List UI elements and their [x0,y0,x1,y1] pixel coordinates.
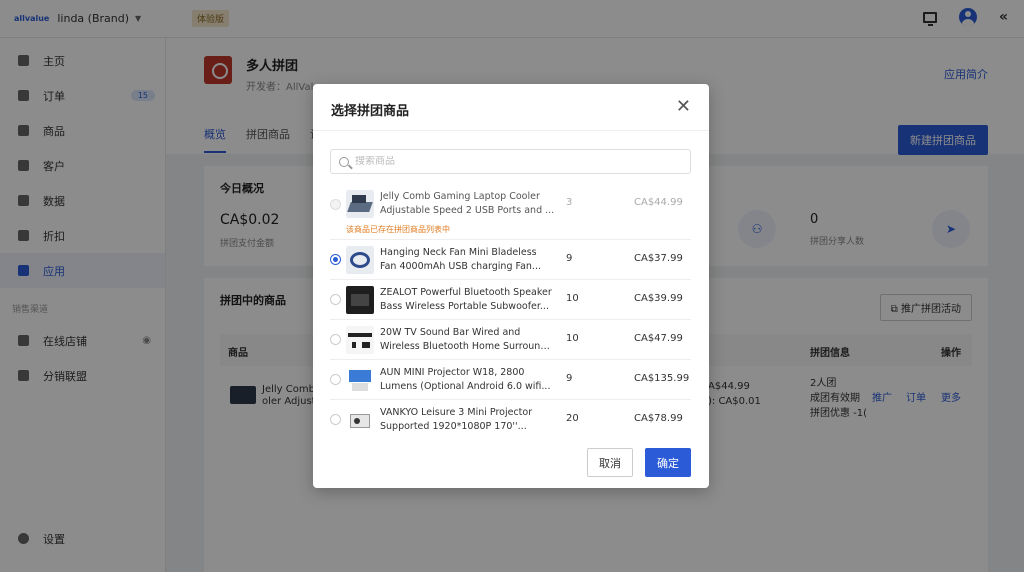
confirm-button[interactable]: 确定 [645,448,691,477]
dialog-header: 选择拼团商品 ✕ [313,84,709,131]
product-thumbnail [346,190,374,218]
product-price: CA$135.99 [634,373,690,384]
product-stock: 10 [566,293,579,304]
radio-button[interactable] [330,414,341,425]
product-price: CA$78.99 [634,413,683,424]
radio-button [330,199,341,210]
list-item[interactable]: AUN MINI Projector W18, 2800 Lumens (Opt… [330,360,691,400]
radio-button[interactable] [330,294,341,305]
product-name: VANKYO Leisure 3 Mini Projector Supporte… [380,407,533,432]
product-thumbnail [346,366,374,394]
list-item[interactable]: VANKYO Leisure 3 Mini Projector Supporte… [330,400,691,436]
search-input[interactable] [355,156,675,167]
product-thumbnail [346,326,374,354]
product-stock: 9 [566,253,573,264]
list-item[interactable]: Hanging Neck Fan Mini Bladeless Fan 4000… [330,240,691,280]
list-item[interactable]: ZEALOT Powerful Bluetooth Speaker Bass W… [330,280,691,320]
product-thumbnail [346,286,374,314]
product-name: AUN MINI Projector W18, 2800 Lumens (Opt… [380,367,551,392]
product-thumbnail [346,246,374,274]
product-thumbnail [346,406,374,434]
product-stock: 9 [566,373,573,384]
product-name: 20W TV Sound Bar Wired and Wireless Blue… [380,327,555,352]
product-price: CA$37.99 [634,253,683,264]
product-name: Jelly Comb Gaming Laptop Cooler Adjustab… [380,191,555,216]
product-price: CA$47.99 [634,333,683,344]
product-stock: 10 [566,333,579,344]
product-stock: 20 [566,413,579,424]
search-box [330,149,691,174]
radio-button[interactable] [330,334,341,345]
list-item: Jelly Comb Gaming Laptop Cooler Adjustab… [330,186,691,240]
product-price: CA$39.99 [634,293,683,304]
already-exists-warning: 该商品已存在拼团商品列表中 [346,225,450,234]
cancel-button[interactable]: 取消 [587,448,633,477]
close-icon[interactable]: ✕ [676,96,691,117]
list-item[interactable]: 20W TV Sound Bar Wired and Wireless Blue… [330,320,691,360]
product-stock: 3 [566,197,573,208]
search-icon [339,156,349,167]
product-price: CA$44.99 [634,197,683,208]
dialog-title: 选择拼团商品 [331,104,410,119]
product-name: Hanging Neck Fan Mini Bladeless Fan 4000… [380,247,541,272]
product-list: Jelly Comb Gaming Laptop Cooler Adjustab… [330,186,691,436]
select-product-dialog: 选择拼团商品 ✕ Jelly Comb Gaming Laptop Cooler… [313,84,709,488]
radio-button[interactable] [330,254,341,265]
radio-button[interactable] [330,374,341,385]
product-name: ZEALOT Powerful Bluetooth Speaker Bass W… [380,287,552,312]
